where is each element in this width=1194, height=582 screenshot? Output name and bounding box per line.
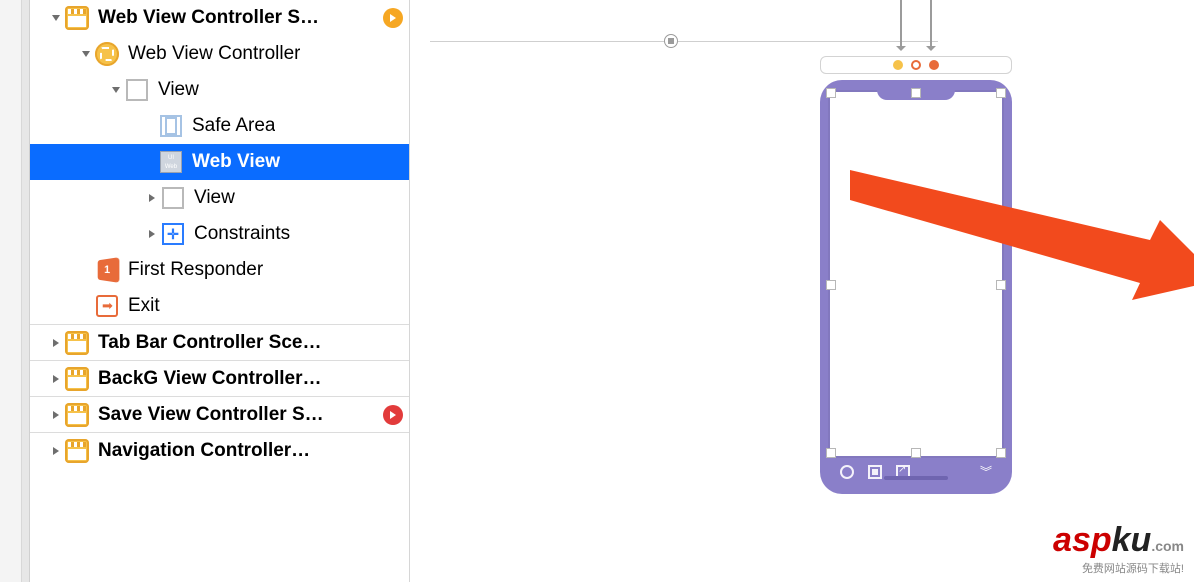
- first-responder-icon: 1: [94, 257, 120, 283]
- watermark-text: .com: [1151, 538, 1184, 554]
- disclosure-triangle-icon[interactable]: [108, 82, 124, 98]
- resize-handle[interactable]: [996, 280, 1006, 290]
- tab-bar: ︾: [830, 458, 1002, 486]
- viewcontroller-dock-icon[interactable]: [893, 60, 903, 70]
- view-label: View: [158, 79, 199, 101]
- storyboard-scene-icon: [64, 330, 90, 356]
- home-indicator-icon: [884, 476, 948, 480]
- resize-handle[interactable]: [996, 88, 1006, 98]
- scene-row-web-view-controller[interactable]: Web View Controller S…: [30, 0, 409, 36]
- scene-row-save[interactable]: Save View Controller S…: [30, 396, 409, 432]
- device-frame[interactable]: ︾: [820, 80, 1012, 494]
- segue-line: [430, 41, 664, 42]
- editor-split-bar[interactable]: [22, 0, 30, 582]
- dock-anchor-icon: [664, 34, 678, 48]
- inner-view-row[interactable]: View: [30, 180, 409, 216]
- watermark-text: asp: [1053, 521, 1112, 559]
- safearea-label: Safe Area: [192, 115, 275, 137]
- storyboard-scene-icon: [64, 402, 90, 428]
- viewcontroller-icon: [94, 41, 120, 67]
- view-icon: [160, 185, 186, 211]
- storyboard-scene-icon: [64, 438, 90, 464]
- disclosure-triangle-icon[interactable]: [48, 443, 64, 459]
- resize-handle[interactable]: [826, 88, 836, 98]
- view-row[interactable]: View: [30, 72, 409, 108]
- exit-label: Exit: [128, 295, 160, 317]
- disclosure-triangle-icon[interactable]: [48, 407, 64, 423]
- disclosure-triangle-icon[interactable]: [48, 335, 64, 351]
- document-outline: Web View Controller S… Web View Controll…: [30, 0, 410, 582]
- scene-row-navigation[interactable]: Navigation Controller…: [30, 432, 409, 468]
- resize-handle[interactable]: [826, 280, 836, 290]
- constraints-row[interactable]: Constraints: [30, 216, 409, 252]
- scene-label: Save View Controller S…: [98, 404, 324, 426]
- disclosure-triangle-icon[interactable]: [78, 46, 94, 62]
- disclosure-triangle-icon[interactable]: [48, 10, 64, 26]
- segue-line: [678, 41, 938, 42]
- scene-label: Tab Bar Controller Sce…: [98, 332, 321, 354]
- view-icon: [124, 77, 150, 103]
- scene-label: BackG View Controller…: [98, 368, 322, 390]
- webview-icon: UIWeb: [158, 149, 184, 175]
- exit-dock-icon[interactable]: [929, 60, 939, 70]
- storyboard-scene-icon: [64, 366, 90, 392]
- constraints-label: Constraints: [194, 223, 290, 245]
- resize-handle[interactable]: [911, 88, 921, 98]
- watermark-subtitle: 免费网站源码下载站!: [1053, 560, 1184, 576]
- webview-label: Web View: [192, 151, 280, 173]
- inner-view-label: View: [194, 187, 235, 209]
- disclosure-triangle-icon[interactable]: [48, 371, 64, 387]
- scene-error-badge-icon[interactable]: [383, 405, 403, 425]
- storyboard-scene-icon: [64, 5, 90, 31]
- scene-dock[interactable]: [820, 56, 1012, 74]
- scene-label: Navigation Controller…: [98, 440, 310, 462]
- resize-handle[interactable]: [911, 448, 921, 458]
- scene-label: Web View Controller S…: [98, 7, 319, 29]
- resize-handle[interactable]: [826, 448, 836, 458]
- watermark: aspku.com 免费网站源码下载站!: [1053, 521, 1184, 576]
- chevron-down-icon[interactable]: ︾: [980, 468, 992, 476]
- safearea-row[interactable]: Safe Area: [30, 108, 409, 144]
- viewcontroller-row[interactable]: Web View Controller: [30, 36, 409, 72]
- tab-item-icon[interactable]: [868, 465, 882, 479]
- watermark-text: ku: [1112, 521, 1152, 559]
- segue-arrow-icon: [930, 0, 932, 50]
- editor-gutter: [0, 0, 22, 582]
- viewcontroller-label: Web View Controller: [128, 43, 300, 65]
- exit-icon: [94, 293, 120, 319]
- safearea-icon: [158, 113, 184, 139]
- tab-item-icon[interactable]: [840, 465, 854, 479]
- interface-builder-canvas[interactable]: ︾: [410, 0, 1194, 582]
- first-responder-row[interactable]: 1 First Responder: [30, 252, 409, 288]
- first-responder-label: First Responder: [128, 259, 263, 281]
- resize-handle[interactable]: [996, 448, 1006, 458]
- constraints-icon: [160, 221, 186, 247]
- scene-entry-badge-icon[interactable]: [383, 8, 403, 28]
- segue-arrow-icon: [900, 0, 902, 50]
- first-responder-dock-icon[interactable]: [911, 60, 921, 70]
- disclosure-triangle-icon[interactable]: [144, 226, 160, 242]
- scene-row-backg[interactable]: BackG View Controller…: [30, 360, 409, 396]
- webview-row[interactable]: UIWeb Web View: [30, 144, 409, 180]
- disclosure-triangle-icon[interactable]: [144, 190, 160, 206]
- webview-selected-view[interactable]: [830, 92, 1002, 456]
- scene-row-tabbar[interactable]: Tab Bar Controller Sce…: [30, 324, 409, 360]
- exit-row[interactable]: Exit: [30, 288, 409, 324]
